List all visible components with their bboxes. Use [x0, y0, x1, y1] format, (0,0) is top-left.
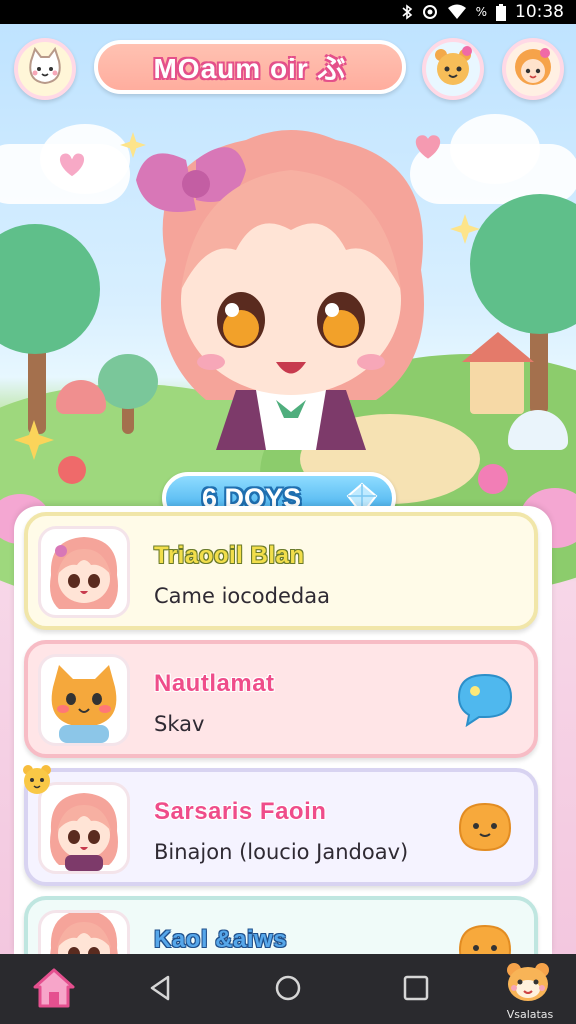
chat-button[interactable] — [454, 670, 516, 732]
pink-hair-girl-avatar — [38, 526, 130, 618]
list-item-subtitle: Came iocodedaa — [154, 584, 330, 608]
bear-icon — [504, 960, 552, 1006]
orange-cat-avatar — [38, 654, 130, 746]
home-tab[interactable] — [26, 962, 82, 1018]
battery-icon — [496, 3, 506, 21]
title-banner: MOaum oir ぶ — [94, 40, 406, 94]
home-icon — [32, 967, 76, 1013]
list-item-name: Sarsaris Faoin — [154, 798, 327, 825]
bear-sticker-icon — [20, 762, 54, 800]
friend-avatar-button-1[interactable] — [422, 38, 484, 100]
recents-icon — [403, 975, 429, 1005]
bluetooth-icon — [401, 4, 413, 20]
bear-tab-label: Vsalatas — [506, 1008, 554, 1021]
status-bar: % 10:38 — [0, 0, 576, 24]
back-icon — [148, 975, 172, 1005]
list-item[interactable]: Nautlamat Skav — [24, 640, 538, 758]
bear-girl-orange-avatar — [511, 45, 555, 93]
app-title: MOaum oir ぶ — [153, 53, 347, 84]
wifi-icon — [447, 4, 467, 20]
react-button[interactable] — [454, 798, 516, 860]
list-item-name: Nautlamat — [154, 670, 275, 697]
alarm-icon — [422, 4, 438, 20]
friend-avatar-button-2[interactable] — [502, 38, 564, 100]
list-item-name: Kaol &aiws — [154, 926, 288, 953]
list-item-name: Triaooil Blan — [154, 542, 305, 569]
list-item-subtitle: Binajon (loucio Jandoav) — [154, 840, 409, 864]
home-button[interactable] — [266, 966, 310, 1014]
profile-avatar-button[interactable] — [14, 38, 76, 100]
bear-tab[interactable] — [500, 960, 556, 1006]
list-item[interactable]: Triaooil Blan Came iocodedaa — [24, 512, 538, 630]
list-item[interactable]: Sarsaris Faoin Binajon (loucio Jandoav) — [24, 768, 538, 886]
bear-girl-avatar — [431, 45, 475, 93]
list-item-subtitle: Skav — [154, 712, 205, 736]
clock: 10:38 — [515, 2, 564, 22]
main-character[interactable] — [126, 100, 456, 480]
recents-button[interactable] — [394, 966, 438, 1014]
back-button[interactable] — [140, 966, 180, 1014]
battery-text: % — [475, 5, 487, 19]
home-circle-icon — [274, 974, 302, 1006]
cat-face-icon — [25, 46, 65, 91]
orange-blob-icon — [456, 800, 514, 858]
chat-bubble-icon — [455, 671, 515, 731]
